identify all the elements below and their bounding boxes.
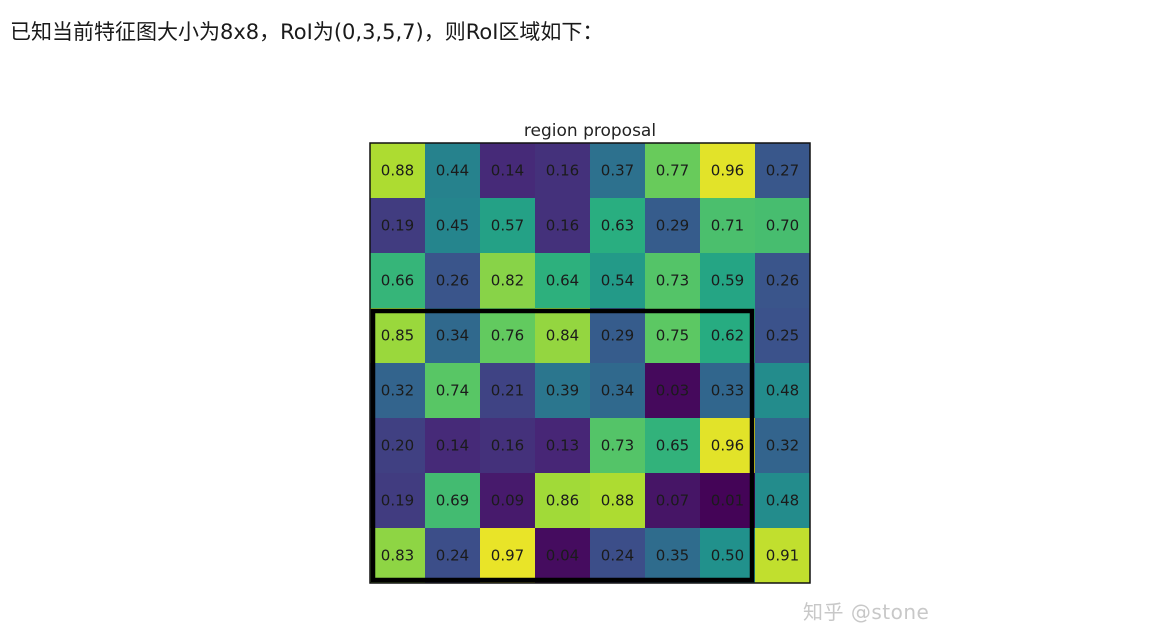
cell-value-label: 0.97 xyxy=(491,547,524,565)
cell-value-label: 0.27 xyxy=(766,162,799,180)
cell-value-label: 0.07 xyxy=(656,492,689,510)
cell-value-label: 0.01 xyxy=(711,492,744,510)
heatmap-cells: 0.88 0.44 0.14 0.16 0.37 0.77 0.96 0.27 0.19 0.45… xyxy=(370,143,810,583)
cell-value-label: 0.91 xyxy=(766,547,799,565)
cell-value-label: 0.26 xyxy=(766,272,799,290)
cell-value-label: 0.03 xyxy=(656,382,689,400)
cell-value-label: 0.75 xyxy=(656,327,689,345)
cell-value-label: 0.69 xyxy=(436,492,469,510)
cell-value-label: 0.63 xyxy=(601,217,634,235)
cell-value-label: 0.19 xyxy=(381,492,414,510)
cell-value-label: 0.84 xyxy=(546,327,579,345)
cell-value-label: 0.62 xyxy=(711,327,744,345)
watermark: 知乎 @stone xyxy=(803,600,930,624)
cell-value-label: 0.29 xyxy=(656,217,689,235)
cell-value-label: 0.88 xyxy=(601,492,634,510)
cell-value-label: 0.44 xyxy=(436,162,469,180)
cell-value-label: 0.70 xyxy=(766,217,799,235)
cell-value-label: 0.32 xyxy=(381,382,414,400)
cell-value-label: 0.14 xyxy=(491,162,524,180)
cell-value-label: 0.34 xyxy=(601,382,634,400)
cell-value-label: 0.26 xyxy=(436,272,469,290)
cell-value-label: 0.32 xyxy=(766,437,799,455)
cell-value-label: 0.66 xyxy=(381,272,414,290)
chart-title: region proposal xyxy=(524,121,656,141)
cell-value-label: 0.65 xyxy=(656,437,689,455)
cell-value-label: 0.73 xyxy=(656,272,689,290)
cell-value-label: 0.37 xyxy=(601,162,634,180)
cell-value-label: 0.39 xyxy=(546,382,579,400)
cell-value-label: 0.34 xyxy=(436,327,469,345)
cell-value-label: 0.24 xyxy=(601,547,634,565)
cell-value-label: 0.85 xyxy=(381,327,414,345)
cell-value-label: 0.77 xyxy=(656,162,689,180)
cell-value-label: 0.86 xyxy=(546,492,579,510)
cell-value-label: 0.09 xyxy=(491,492,524,510)
cell-value-label: 0.76 xyxy=(491,327,524,345)
cell-value-label: 0.59 xyxy=(711,272,744,290)
cell-value-label: 0.57 xyxy=(491,217,524,235)
cell-value-label: 0.54 xyxy=(601,272,634,290)
cell-value-label: 0.74 xyxy=(436,382,469,400)
cell-value-label: 0.13 xyxy=(546,437,579,455)
cell-value-label: 0.45 xyxy=(436,217,469,235)
cell-value-label: 0.50 xyxy=(711,547,744,565)
cell-value-label: 0.96 xyxy=(711,162,744,180)
cell-value-label: 0.19 xyxy=(381,217,414,235)
cell-value-label: 0.16 xyxy=(491,437,524,455)
cell-value-label: 0.24 xyxy=(436,547,469,565)
cell-value-label: 0.82 xyxy=(491,272,524,290)
cell-value-label: 0.20 xyxy=(381,437,414,455)
cell-value-label: 0.96 xyxy=(711,437,744,455)
cell-value-label: 0.83 xyxy=(381,547,414,565)
cell-value-label: 0.71 xyxy=(711,217,744,235)
cell-value-label: 0.04 xyxy=(546,547,579,565)
cell-value-label: 0.73 xyxy=(601,437,634,455)
cell-value-label: 0.33 xyxy=(711,382,744,400)
cell-value-label: 0.16 xyxy=(546,162,579,180)
cell-value-label: 0.29 xyxy=(601,327,634,345)
cell-value-label: 0.14 xyxy=(436,437,469,455)
cell-value-label: 0.88 xyxy=(381,162,414,180)
heatmap-figure: region proposal 0.88 0.44 0.14 0.16 0.37 0.77… xyxy=(369,121,811,584)
cell-value-label: 0.64 xyxy=(546,272,579,290)
cell-value-label: 0.48 xyxy=(766,492,799,510)
cell-value-label: 0.21 xyxy=(491,382,524,400)
cell-value-label: 0.16 xyxy=(546,217,579,235)
cell-value-label: 0.25 xyxy=(766,327,799,345)
cell-value-label: 0.48 xyxy=(766,382,799,400)
cell-value-label: 0.35 xyxy=(656,547,689,565)
